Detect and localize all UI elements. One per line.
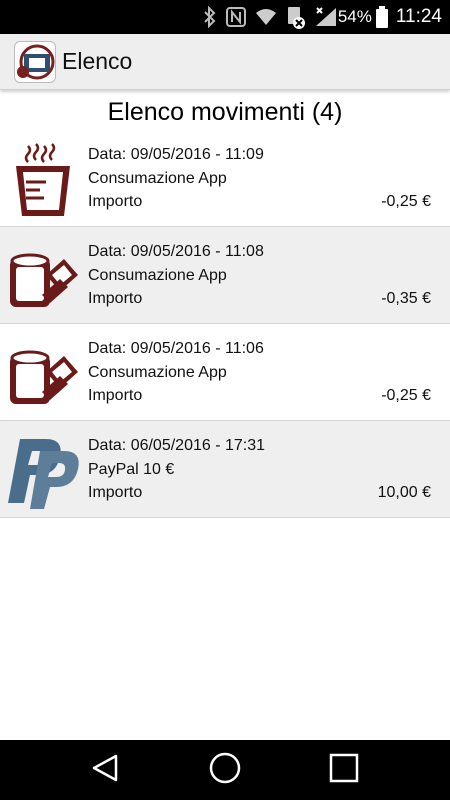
list-item[interactable]: Data: 09/05/2016 - 11:09 Consumazione Ap… [0,130,450,227]
signal-icon [314,6,338,28]
transaction-description: PayPal 10 € [88,461,175,478]
home-button[interactable] [195,750,255,790]
amount-label: Importo [88,387,143,404]
transaction-amount: 10,00 € [377,484,431,501]
list-item[interactable]: Data: 06/05/2016 - 17:31 PayPal 10 € Imp… [0,421,450,518]
amount-label: Importo [88,484,143,501]
sim-error-icon [286,5,306,29]
list-item[interactable]: Data: 09/05/2016 - 11:08 Consumazione Ap… [0,227,450,324]
transaction-description: Consumazione App [88,170,227,187]
list-title: Elenco movimenti (4) [107,98,343,126]
transaction-date: Data: 09/05/2016 - 11:06 [88,340,264,357]
transaction-description: Consumazione App [88,364,227,381]
battery-percent: 54% [337,7,372,26]
bluetooth-icon [202,6,218,28]
transaction-date: Data: 06/05/2016 - 17:31 [88,437,266,454]
transaction-description: Consumazione App [88,267,227,284]
recents-square-icon [328,752,360,789]
list-item[interactable]: Data: 09/05/2016 - 11:06 Consumazione Ap… [0,324,450,421]
home-circle-icon [208,751,242,790]
wifi-icon [254,7,278,27]
action-bar: Elenco [0,34,450,90]
transaction-date: Data: 09/05/2016 - 11:09 [88,146,264,163]
navigation-bar [0,740,450,800]
transaction-amount: -0,35 € [381,290,431,307]
vending-ticket-icon [6,332,82,412]
amount-label: Importo [88,193,143,210]
amount-label: Importo [88,290,143,307]
transaction-amount: -0,25 € [381,387,431,404]
back-button[interactable] [76,750,136,790]
coffee-cup-icon [6,138,82,218]
back-triangle-icon [90,752,122,789]
clock: 11:24 [395,6,442,27]
transaction-list: Data: 09/05/2016 - 11:09 Consumazione Ap… [0,130,450,518]
paypal-icon [6,429,82,509]
nfc-icon [225,7,246,27]
transaction-date: Data: 09/05/2016 - 11:08 [88,243,264,260]
status-icons: 54% 11:24 [194,0,442,34]
transaction-amount: -0,25 € [381,193,431,210]
app-title: Elenco [62,48,133,74]
recents-button[interactable] [314,750,374,790]
app-logo-icon[interactable] [14,41,56,83]
battery-icon [375,6,388,28]
status-bar: 54% 11:24 [0,0,450,34]
vending-ticket-icon [6,235,82,315]
